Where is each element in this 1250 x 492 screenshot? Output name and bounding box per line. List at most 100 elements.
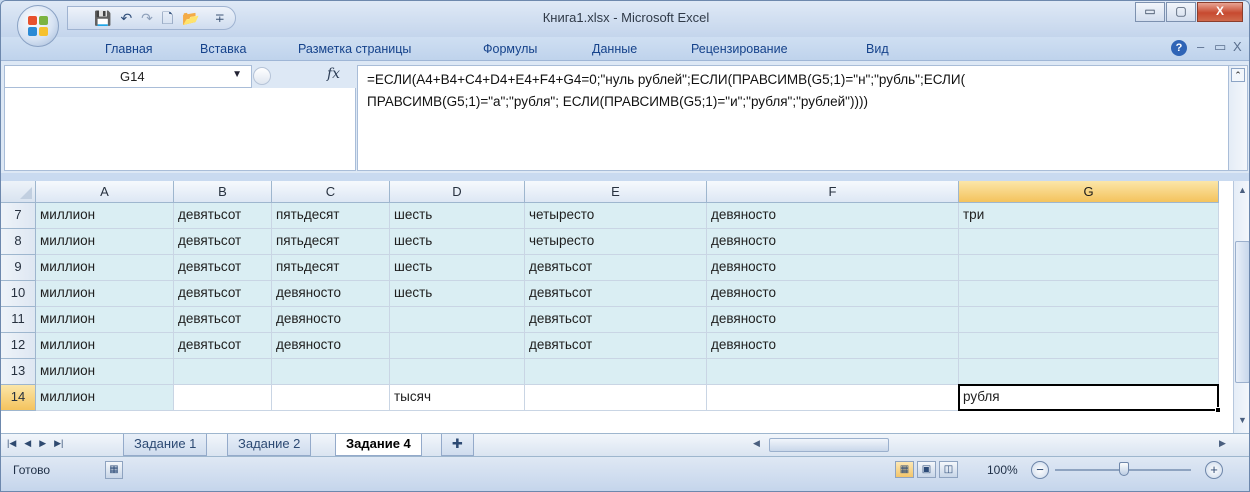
row-header-14[interactable]: 14 (1, 385, 36, 411)
name-box-dropdown-icon[interactable]: ▼ (232, 69, 242, 80)
maximize-button[interactable]: ▢ (1166, 2, 1196, 22)
tab-home[interactable]: Главная (105, 42, 153, 56)
cell-f14[interactable] (707, 385, 959, 411)
cell-e13[interactable] (525, 359, 707, 385)
cell-f10[interactable]: девяносто (707, 281, 959, 307)
cell-b9[interactable]: девятьсот (174, 255, 272, 281)
cell-f12[interactable]: девяносто (707, 333, 959, 359)
horizontal-scrollbar[interactable]: ◀ ▶ (749, 437, 1231, 454)
cell-d12[interactable] (390, 333, 525, 359)
scroll-right-icon[interactable]: ▶ (1219, 438, 1226, 449)
previous-sheet-icon[interactable]: ◀ (24, 438, 31, 449)
close-button[interactable]: X (1197, 2, 1243, 22)
row-header-11[interactable]: 11 (1, 307, 36, 333)
cell-d9[interactable]: шесть (390, 255, 525, 281)
tab-view[interactable]: Вид (866, 42, 889, 56)
tab-formulas[interactable]: Формулы (483, 42, 537, 56)
select-all-button[interactable] (1, 181, 36, 203)
row-header-12[interactable]: 12 (1, 333, 36, 359)
cell-d8[interactable]: шесть (390, 229, 525, 255)
formula-input[interactable]: =ЕСЛИ(A4+B4+C4+D4+E4+F4+G4=0;"нуль рубле… (357, 65, 1229, 171)
cell-b11[interactable]: девятьсот (174, 307, 272, 333)
page-layout-view-icon[interactable]: ▣ (917, 461, 936, 478)
row-header-9[interactable]: 9 (1, 255, 36, 281)
cell-d10[interactable]: шесть (390, 281, 525, 307)
row-header-10[interactable]: 10 (1, 281, 36, 307)
cell-b7[interactable]: девятьсот (174, 203, 272, 229)
cell-f9[interactable]: девяносто (707, 255, 959, 281)
cell-g12[interactable] (959, 333, 1219, 359)
cell-c11[interactable]: девяносто (272, 307, 390, 333)
zoom-out-button[interactable]: − (1031, 461, 1049, 479)
cell-e10[interactable]: девятьсот (525, 281, 707, 307)
sheet-tab-2[interactable]: Задание 2 (227, 434, 312, 456)
cell-d13[interactable] (390, 359, 525, 385)
cell-b12[interactable]: девятьсот (174, 333, 272, 359)
cell-g7[interactable]: три (959, 203, 1219, 229)
cell-c10[interactable]: девяносто (272, 281, 390, 307)
cell-a13[interactable]: миллион (36, 359, 174, 385)
workbook-minimize-button[interactable]: – (1197, 39, 1204, 54)
cell-e8[interactable]: четыресто (525, 229, 707, 255)
scroll-up-icon[interactable]: ▲ (1235, 183, 1249, 199)
cell-a14[interactable]: миллион (36, 385, 174, 411)
vertical-scrollbar[interactable]: ▲ ▼ (1233, 181, 1249, 433)
normal-view-icon[interactable]: ▦ (895, 461, 914, 478)
next-sheet-icon[interactable]: ▶ (39, 438, 46, 449)
row-header-8[interactable]: 8 (1, 229, 36, 255)
tab-data[interactable]: Данные (592, 42, 637, 56)
cell-c7[interactable]: пятьдесят (272, 203, 390, 229)
cell-a10[interactable]: миллион (36, 281, 174, 307)
cell-e14[interactable] (525, 385, 707, 411)
column-header-g[interactable]: G (959, 181, 1219, 203)
cell-g10[interactable] (959, 281, 1219, 307)
minimize-button[interactable]: ▭ (1135, 2, 1165, 22)
zoom-slider-thumb[interactable] (1119, 462, 1129, 476)
cell-a8[interactable]: миллион (36, 229, 174, 255)
collapse-formula-bar-icon[interactable]: ⌃ (1231, 68, 1245, 82)
cell-c8[interactable]: пятьдесят (272, 229, 390, 255)
column-header-b[interactable]: B (174, 181, 272, 203)
help-icon[interactable]: ? (1171, 40, 1187, 56)
cell-e7[interactable]: четыресто (525, 203, 707, 229)
office-button[interactable] (17, 5, 59, 47)
fill-handle[interactable] (1215, 407, 1221, 413)
scroll-left-icon[interactable]: ◀ (753, 438, 760, 449)
cell-b8[interactable]: девятьсот (174, 229, 272, 255)
workbook-restore-button[interactable]: ▭ (1214, 39, 1226, 55)
cell-c9[interactable]: пятьдесят (272, 255, 390, 281)
scroll-down-icon[interactable]: ▼ (1235, 413, 1249, 429)
insert-function-icon[interactable]: fx (327, 66, 340, 82)
cell-b10[interactable]: девятьсот (174, 281, 272, 307)
row-header-7[interactable]: 7 (1, 203, 36, 229)
cell-g11[interactable] (959, 307, 1219, 333)
row-header-13[interactable]: 13 (1, 359, 36, 385)
cell-a12[interactable]: миллион (36, 333, 174, 359)
column-header-a[interactable]: A (36, 181, 174, 203)
page-break-view-icon[interactable]: ◫ (939, 461, 958, 478)
last-sheet-icon[interactable]: ▶| (54, 438, 63, 449)
cell-d7[interactable]: шесть (390, 203, 525, 229)
cell-f8[interactable]: девяносто (707, 229, 959, 255)
cell-g9[interactable] (959, 255, 1219, 281)
macro-record-icon[interactable]: ▦ (105, 461, 123, 479)
cell-d14[interactable]: тысяч (390, 385, 525, 411)
cell-c13[interactable] (272, 359, 390, 385)
cell-d11[interactable] (390, 307, 525, 333)
tab-review[interactable]: Рецензирование (691, 42, 788, 56)
column-header-e[interactable]: E (525, 181, 707, 203)
cell-e11[interactable]: девятьсот (525, 307, 707, 333)
cell-g13[interactable] (959, 359, 1219, 385)
cell-a9[interactable]: миллион (36, 255, 174, 281)
cell-f13[interactable] (707, 359, 959, 385)
cell-b13[interactable] (174, 359, 272, 385)
first-sheet-icon[interactable]: |◀ (7, 438, 16, 449)
zoom-in-button[interactable]: + (1205, 461, 1223, 479)
cell-f7[interactable]: девяносто (707, 203, 959, 229)
cell-e12[interactable]: девятьсот (525, 333, 707, 359)
cancel-entry-icon[interactable] (253, 67, 271, 85)
name-box[interactable]: G14 ▼ (4, 65, 252, 88)
tab-insert[interactable]: Вставка (200, 42, 246, 56)
column-header-c[interactable]: C (272, 181, 390, 203)
cell-a7[interactable]: миллион (36, 203, 174, 229)
